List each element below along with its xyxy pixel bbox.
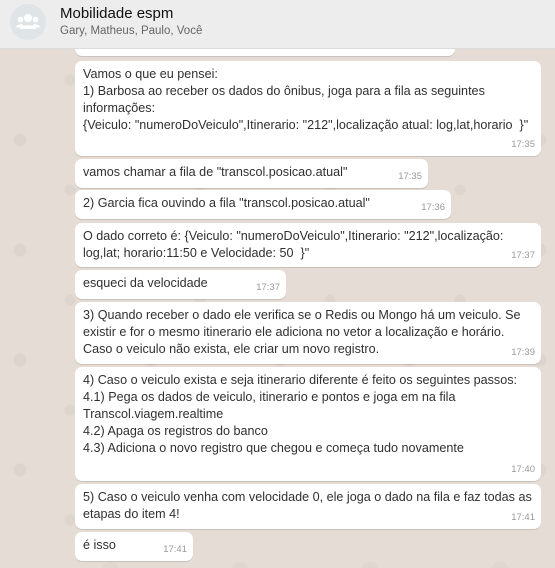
message-time: 17:36: [421, 202, 445, 213]
message-bubble[interactable]: Vamos o que eu pensei: 1) Barbosa ao rec…: [75, 61, 541, 156]
message-time: 17:37: [256, 282, 280, 293]
group-avatar[interactable]: [10, 4, 46, 40]
message-bubble[interactable]: esqueci da velocidade 17:37: [75, 270, 286, 299]
message-bubble[interactable]: 2) Garcia fica ouvindo a fila "transcol.…: [75, 190, 451, 219]
message-time: 17:37: [511, 250, 535, 261]
message-list[interactable]: 17:32 Vamos o que eu pensei: 1) Barbosa …: [0, 0, 555, 568]
group-members: Gary, Matheus, Paulo, Você: [60, 25, 203, 37]
message-time: 17:35: [511, 139, 535, 150]
message-text: 4) Caso o veiculo exista e seja itinerar…: [83, 373, 518, 455]
message-text: vamos chamar a fila de "transcol.posicao…: [83, 165, 348, 179]
message-bubble[interactable]: 3) Quando receber o dado ele verifica se…: [75, 302, 541, 364]
chat-header[interactable]: Mobilidade espm Gary, Matheus, Paulo, Vo…: [0, 0, 555, 49]
message-bubble[interactable]: 5) Caso o veiculo venha com velocidade 0…: [75, 484, 541, 529]
message-bubble[interactable]: é isso 17:41: [75, 532, 193, 561]
message-bubble[interactable]: O dado correto é: {Veiculo: "numeroDoVei…: [75, 223, 541, 267]
message-text: Vamos o que eu pensei: 1) Barbosa ao rec…: [83, 67, 529, 132]
message-text: 5) Caso o veiculo venha com velocidade 0…: [83, 490, 536, 521]
message-time: 17:41: [511, 512, 535, 523]
group-icon: [16, 14, 40, 29]
message-text: esqueci da velocidade: [83, 276, 208, 290]
message-text: 2) Garcia fica ouvindo a fila "transcol.…: [83, 196, 370, 210]
message-text: 3) Quando receber o dado ele verifica se…: [83, 308, 525, 356]
message-text: O dado correto é: {Veiculo: "numeroDoVei…: [83, 229, 507, 260]
message-time: 17:39: [511, 347, 535, 358]
message-bubble[interactable]: 4) Caso o veiculo exista e seja itinerar…: [75, 367, 541, 481]
message-time: 17:41: [163, 544, 187, 555]
group-name[interactable]: Mobilidade espm: [60, 5, 173, 22]
message-time: 17:40: [511, 464, 535, 475]
message-bubble[interactable]: vamos chamar a fila de "transcol.posicao…: [75, 159, 428, 188]
message-time: 17:35: [398, 171, 422, 182]
